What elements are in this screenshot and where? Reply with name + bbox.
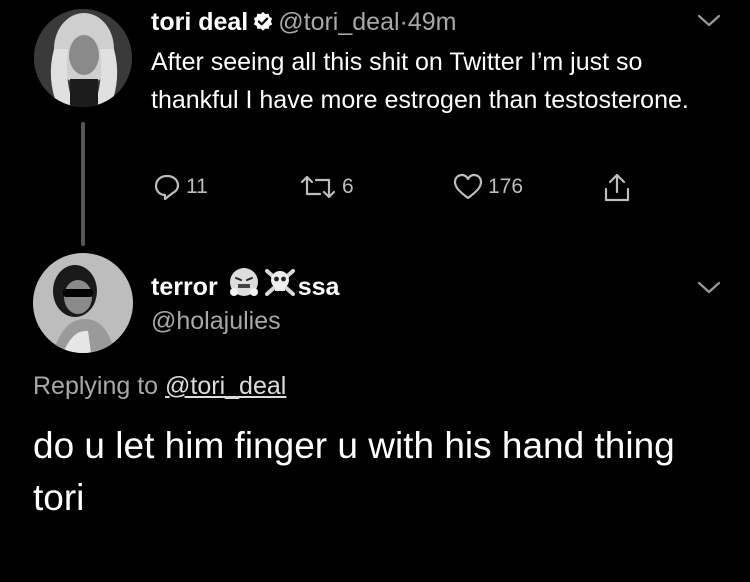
tweet2-display-name[interactable]: terror ssa [151,266,339,307]
replying-prefix: Replying to [33,372,159,400]
reply-button[interactable]: 11 [152,172,208,202]
retweet-icon [300,175,336,199]
reply-count: 11 [186,175,208,198]
share-button[interactable] [602,172,636,204]
tweet1-actions: 11 6 176 [150,172,650,208]
reply-icon [154,174,180,201]
tweet1-time[interactable]: 49m [408,8,457,36]
retweet-button[interactable]: 6 [298,172,354,202]
like-count: 176 [488,175,524,198]
verified-badge-icon [252,9,274,41]
tweet1-handle[interactable]: @tori_deal [278,8,399,36]
chevron-down-icon[interactable] [696,280,722,296]
like-button[interactable]: 176 [452,172,523,202]
heart-icon [453,173,483,200]
tweet1-header: tori deal @tori_deal·49m [151,6,457,41]
avatar-tori-deal[interactable] [34,9,132,107]
share-icon [604,173,630,202]
avatar-holajulies[interactable] [33,253,133,353]
face-with-steam-emoji [228,266,260,307]
replying-to-line: Replying to @tori_deal [33,370,286,402]
tweet2-name-end: ssa [297,272,340,301]
chevron-down-icon[interactable] [696,13,722,29]
tweet1-display-name[interactable]: tori deal [151,8,248,36]
tweet1-text: After seeing all this shit on Twitter I’… [151,48,689,114]
replying-to-link[interactable]: @tori_deal [165,372,286,400]
tweet2-text: do u let him finger u with his hand thin… [33,425,675,518]
tweet2-name-start: terror [151,272,218,301]
skull-crossbones-emoji [264,266,296,307]
tweet1-separator: · [399,8,408,36]
tweet2-handle[interactable]: @holajulies [151,306,281,336]
thread-connector-line [81,122,85,246]
retweet-count: 6 [342,175,354,198]
